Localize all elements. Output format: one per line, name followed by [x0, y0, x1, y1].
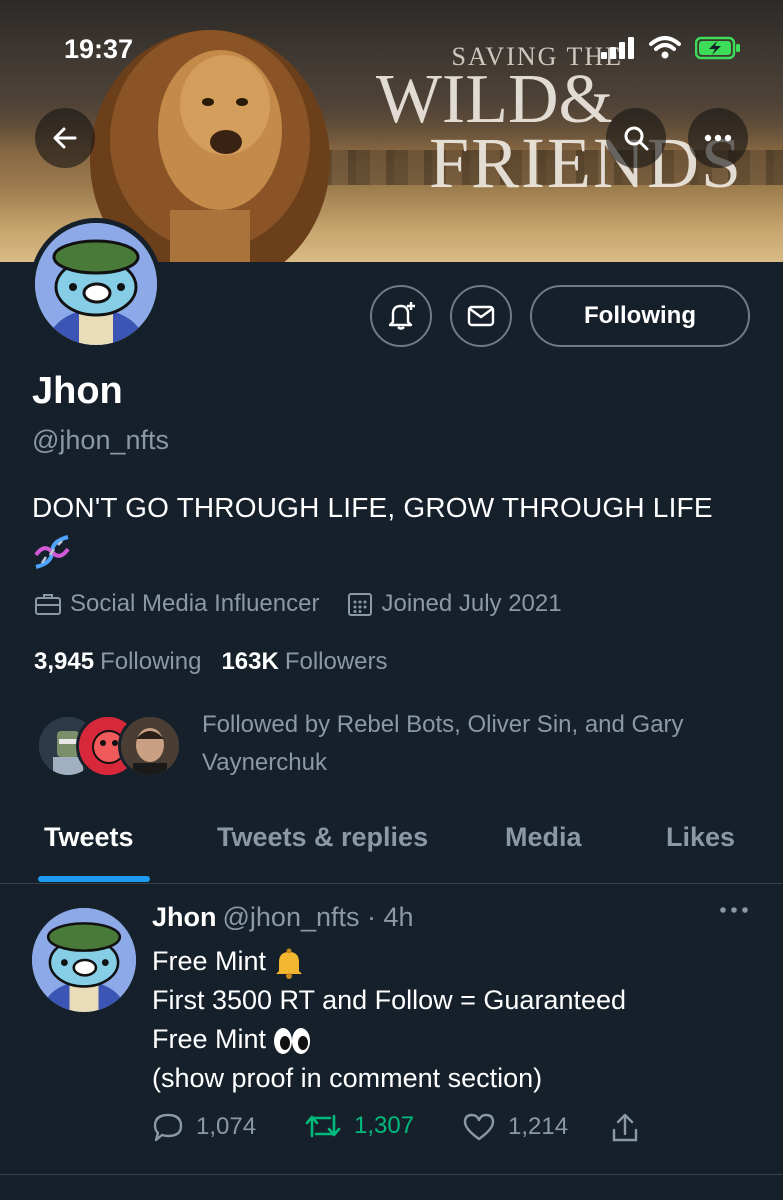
retweet-icon — [305, 1114, 341, 1138]
profile-joined: Joined July 2021 — [347, 590, 562, 618]
tweet-author-handle[interactable]: @jhon_nfts — [223, 902, 360, 932]
avatar-character-image — [35, 223, 157, 345]
tweet-header: Jhon @jhon_nfts · 4h — [152, 902, 414, 933]
person-avatar-image — [121, 717, 179, 775]
tweet-more-icon[interactable] — [719, 906, 749, 914]
share-button[interactable] — [610, 1112, 640, 1144]
tweet-text: Free Mint First 3500 RT and Follow = Gua… — [152, 942, 752, 1098]
profile-category-text: Social Media Influencer — [70, 590, 320, 617]
followed-by-text[interactable]: Followed by Rebel Bots, Oliver Sin, and … — [202, 706, 762, 782]
reply-icon — [153, 1113, 183, 1142]
signal-icon — [601, 37, 634, 59]
tweet-actions: 1,074 1,307 1,214 — [152, 1112, 672, 1152]
followed-by-avatars[interactable] — [36, 714, 186, 780]
tweet-line: First 3500 RT and Follow = Guaranteed — [152, 985, 627, 1015]
like-button[interactable]: 1,214 — [462, 1112, 568, 1142]
tweet-line: Free Mint — [152, 942, 752, 981]
tweet-line: Free Mint — [152, 1020, 752, 1059]
profile-handle: @jhon_nfts — [32, 425, 169, 455]
tab-likes[interactable]: Likes — [666, 822, 735, 853]
tweet-line-text: Free Mint — [152, 946, 267, 976]
follow-counts: 3,945 Following 163K Followers — [34, 648, 388, 676]
tweet-divider — [0, 1174, 783, 1175]
tab-tweets[interactable]: Tweets — [44, 822, 134, 853]
back-button[interactable] — [35, 108, 95, 168]
active-tab-indicator — [38, 876, 150, 882]
wifi-icon — [649, 36, 681, 59]
mail-icon — [467, 305, 495, 327]
profile-bio: DON'T GO THROUGH LIFE, GROW THROUGH LIFE — [32, 492, 713, 523]
heart-icon — [463, 1113, 495, 1141]
reply-button[interactable]: 1,074 — [152, 1112, 256, 1142]
like-count: 1,214 — [508, 1113, 569, 1140]
following-label: Following — [100, 648, 202, 675]
calendar-icon — [348, 593, 373, 616]
notifications-button[interactable] — [370, 285, 432, 347]
avatar-character-image — [32, 908, 136, 1012]
tweet-author-name[interactable]: Jhon — [152, 902, 217, 932]
profile-meta: Social Media Influencer Joined July 2021 — [34, 590, 590, 618]
share-icon — [612, 1113, 638, 1142]
tweet-line: (show proof in comment section) — [152, 1063, 543, 1093]
following-button[interactable]: Following — [530, 285, 750, 347]
followers-label: Followers — [284, 648, 388, 675]
message-button[interactable] — [450, 285, 512, 347]
status-icons — [601, 36, 741, 60]
followers-count: 163K — [221, 648, 279, 675]
following-count: 3,945 — [34, 648, 95, 675]
profile-joined-text: Joined July 2021 — [381, 590, 562, 617]
tab-media[interactable]: Media — [505, 822, 582, 853]
more-horizontal-icon — [704, 134, 732, 142]
tweet-author-avatar[interactable] — [32, 908, 136, 1012]
briefcase-icon — [35, 594, 61, 615]
reply-count: 1,074 — [196, 1113, 257, 1140]
search-button[interactable] — [606, 108, 666, 168]
following-count-link[interactable]: 3,945 Following — [34, 648, 201, 676]
status-time: 19:37 — [64, 34, 134, 64]
search-icon — [624, 126, 649, 151]
bell-emoji-icon — [276, 948, 303, 979]
retweet-count: 1,307 — [354, 1112, 415, 1139]
tweet-timestamp: · 4h — [367, 902, 414, 932]
battery-charging-icon — [695, 36, 740, 60]
tweet-line-text: Free Mint — [152, 1024, 267, 1054]
bell-plus-icon — [388, 302, 415, 330]
profile-tabs: Tweets Tweets & replies Media Likes — [0, 800, 783, 884]
follower-avatar-gary-vaynerchuk — [118, 714, 182, 778]
more-options-button[interactable] — [688, 108, 748, 168]
dna-emoji-icon — [34, 535, 70, 569]
profile-category: Social Media Influencer — [34, 590, 319, 618]
retweet-button[interactable]: 1,307 — [304, 1112, 414, 1140]
arrow-left-icon — [53, 127, 77, 149]
profile-avatar[interactable] — [30, 218, 162, 350]
status-bar: 19:37 — [0, 0, 783, 100]
tab-tweets-and-replies[interactable]: Tweets & replies — [217, 822, 428, 853]
followers-count-link[interactable]: 163K Followers — [221, 648, 387, 676]
profile-name: Jhon — [32, 370, 123, 412]
eyes-emoji-icon — [274, 1027, 311, 1054]
